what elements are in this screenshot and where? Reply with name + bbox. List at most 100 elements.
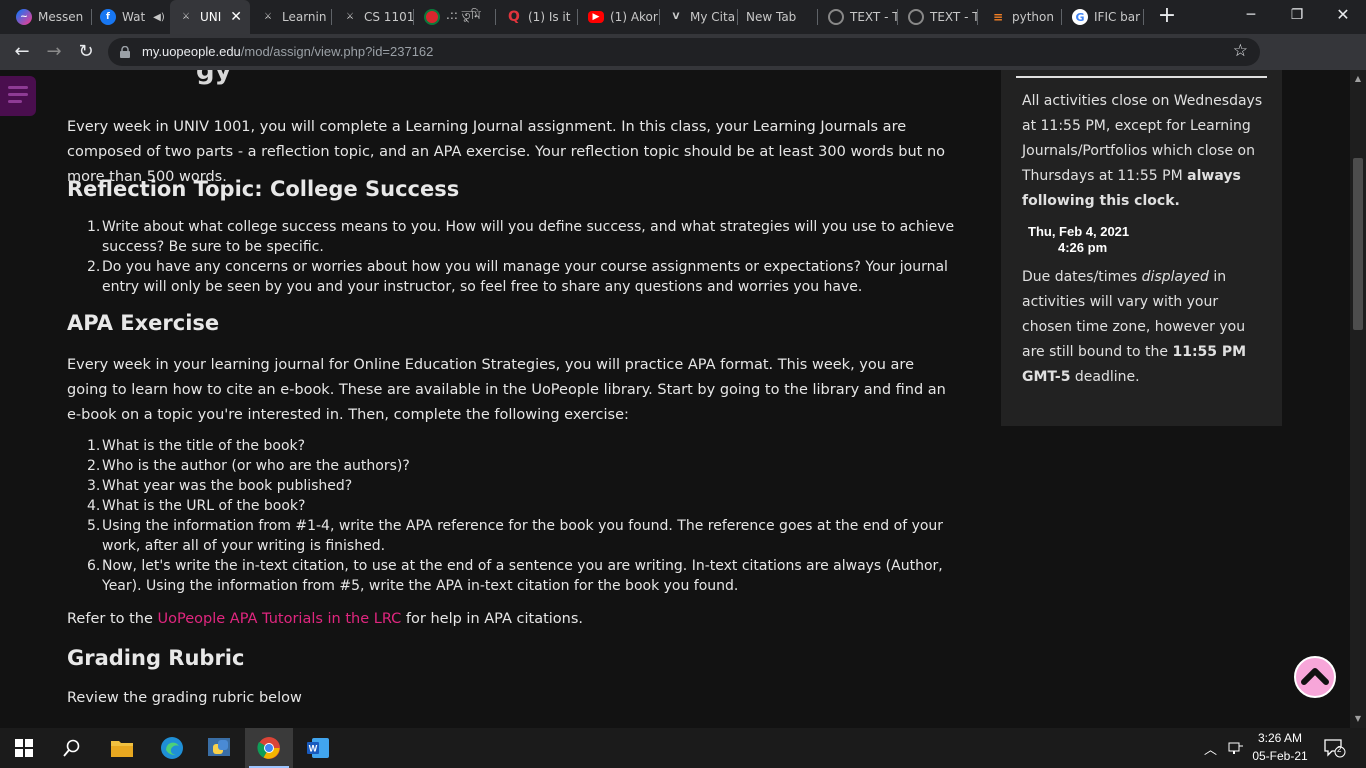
close-tab-icon[interactable]: ✕: [230, 9, 242, 25]
notification-icon: [1324, 739, 1346, 758]
tab-strip: ~ Messen f Wat ◀) ⚔ UNI ✕ ⚔ Learnin ⚔ CS…: [0, 0, 1366, 34]
folder-icon: [111, 741, 133, 757]
tab-title: Messen: [38, 10, 84, 24]
uopeople-icon: ⚔: [181, 12, 191, 22]
scroll-up-arrow[interactable]: ▲: [1350, 74, 1366, 83]
quora-icon: Q: [508, 9, 520, 25]
facebook-icon: f: [100, 9, 116, 25]
globe-icon: [908, 9, 924, 25]
messenger-icon: ~: [16, 9, 32, 25]
bookmark-star-icon[interactable]: ☆: [1233, 41, 1248, 61]
tab-messenger[interactable]: ~ Messen: [8, 0, 92, 34]
tab-mycitation[interactable]: V My Cita: [660, 0, 738, 34]
reflection-heading: Reflection Topic: College Success: [67, 177, 460, 201]
tab-bangla[interactable]: .:: তুমি: [416, 0, 496, 34]
address-bar[interactable]: my.uopeople.edu/mod/assign/view.php?id=2…: [108, 38, 1260, 66]
start-button[interactable]: [0, 728, 48, 768]
tab-title: TEXT - T: [930, 10, 978, 24]
forward-button[interactable]: →: [40, 38, 68, 66]
tab-newtab[interactable]: New Tab: [738, 0, 818, 34]
minimize-button[interactable]: ─: [1228, 0, 1274, 30]
tab-title: TEXT - T: [850, 10, 898, 24]
apa-heading: APA Exercise: [67, 311, 220, 335]
deadline-info-block: All activities close on Wednesdays at 11…: [1001, 70, 1282, 426]
refer-paragraph: Refer to the UoPeople APA Tutorials in t…: [67, 611, 584, 627]
python-app[interactable]: [196, 728, 244, 768]
mycitation-icon: V: [672, 12, 680, 22]
search-icon: [63, 739, 80, 757]
word-app[interactable]: W: [294, 728, 342, 768]
tab-title: (1) Is it: [528, 10, 571, 24]
list-item: 4. What is the URL of the book?: [87, 498, 306, 514]
chrome-app[interactable]: [245, 728, 293, 768]
show-hidden-icons-chevron-icon[interactable]: ︿: [1204, 739, 1217, 758]
page-content: gy Every week in UNIV 1001, you will com…: [0, 70, 1350, 728]
tab-cs1101[interactable]: ⚔ CS 1101: [334, 0, 414, 34]
back-to-top-button[interactable]: [1294, 656, 1336, 698]
edge-icon: [161, 737, 183, 759]
network-icon[interactable]: [1228, 740, 1244, 756]
tab-quora[interactable]: Q (1) Is it: [498, 0, 578, 34]
edge-app[interactable]: [148, 728, 196, 768]
list-item: 2. Do you have any concerns or worries ab…: [87, 259, 948, 295]
list-item: 6. Now, let's write the in-text citation,…: [87, 558, 943, 594]
lock-icon: [120, 46, 130, 58]
url-path: /mod/assign/view.php?id=237162: [240, 44, 434, 59]
tab-title: (1) Akor: [610, 10, 658, 24]
url-host: my.uopeople.edu: [142, 44, 241, 59]
url-text: my.uopeople.edu/mod/assign/view.php?id=2…: [142, 44, 433, 59]
grading-text: Review the grading rubric below: [67, 690, 302, 706]
tab-title: IFIC bar: [1094, 10, 1141, 24]
reload-button[interactable]: ↻: [72, 38, 100, 66]
reflection-list: 1. Write about what college success means…: [67, 217, 957, 297]
apa-tutorials-link[interactable]: UoPeople APA Tutorials in the LRC: [158, 611, 402, 627]
notification-count: 2: [1337, 745, 1342, 754]
speaker-icon: ◀): [153, 11, 165, 23]
windows-taskbar: W ︿ 3:26 AM 05-Feb-21 2: [0, 728, 1366, 768]
tab-learning[interactable]: ⚔ Learnin: [252, 0, 332, 34]
tab-text-1[interactable]: TEXT - T: [820, 0, 898, 34]
list-item: 1. What is the title of the book?: [87, 438, 306, 454]
tab-facebook[interactable]: f Wat ◀): [92, 0, 170, 34]
youtube-icon: ▶: [588, 11, 604, 23]
tab-title: My Cita: [690, 10, 736, 24]
restore-button[interactable]: ❐: [1274, 0, 1320, 30]
python-icon: [208, 738, 230, 756]
bangladesh-gov-icon: [424, 9, 440, 25]
page-scrollbar[interactable]: ▲ ▼: [1350, 70, 1366, 728]
clock-time: 4:26 pm: [1058, 240, 1108, 255]
taskbar-date[interactable]: 05-Feb-21: [1250, 749, 1310, 763]
tab-uopeople-active[interactable]: ⚔ UNI ✕: [170, 0, 250, 34]
tab-ific[interactable]: G IFIC bar: [1064, 0, 1144, 34]
tab-title: New Tab: [746, 10, 797, 24]
action-center-button[interactable]: 2: [1324, 738, 1346, 758]
tab-python[interactable]: ≡ python: [982, 0, 1062, 34]
scroll-thumb[interactable]: [1353, 158, 1363, 330]
search-button[interactable]: [48, 728, 96, 768]
divider: [1016, 76, 1267, 78]
taskbar-time[interactable]: 3:26 AM: [1252, 731, 1308, 745]
chrome-icon: [257, 737, 280, 759]
file-explorer-app[interactable]: [98, 728, 146, 768]
svg-text:W: W: [309, 744, 318, 754]
chevron-up-icon: [1301, 668, 1329, 685]
close-window-button[interactable]: ✕: [1320, 0, 1366, 30]
new-tab-button[interactable]: +: [1154, 4, 1180, 30]
apa-list: 1. What is the title of the book? 2. Who i…: [67, 436, 952, 596]
tab-youtube[interactable]: ▶ (1) Akor: [580, 0, 660, 34]
browser-toolbar: ← → ↻ my.uopeople.edu/mod/assign/view.ph…: [0, 34, 1366, 96]
server-clock: Thu, Feb 4, 2021 4:26 pm: [1028, 224, 1129, 256]
back-button[interactable]: ←: [8, 38, 36, 66]
tab-text-2[interactable]: TEXT - T: [900, 0, 978, 34]
scroll-down-arrow[interactable]: ▼: [1350, 714, 1366, 723]
uopeople-icon: ⚔: [263, 12, 273, 22]
tab-title: .:: তুমি: [446, 8, 481, 22]
drawer-toggle-button[interactable]: [0, 76, 36, 116]
grading-heading: Grading Rubric: [67, 646, 245, 670]
tab-title: CS 1101: [364, 10, 414, 24]
word-icon: W: [307, 738, 329, 758]
deadline-text-2: Due dates/times displayed in activities …: [1022, 269, 1247, 385]
tab-title: UNI: [200, 10, 222, 24]
apa-intro-paragraph: Every week in your learning journal for …: [67, 357, 946, 423]
tab-title: python: [1012, 10, 1054, 24]
